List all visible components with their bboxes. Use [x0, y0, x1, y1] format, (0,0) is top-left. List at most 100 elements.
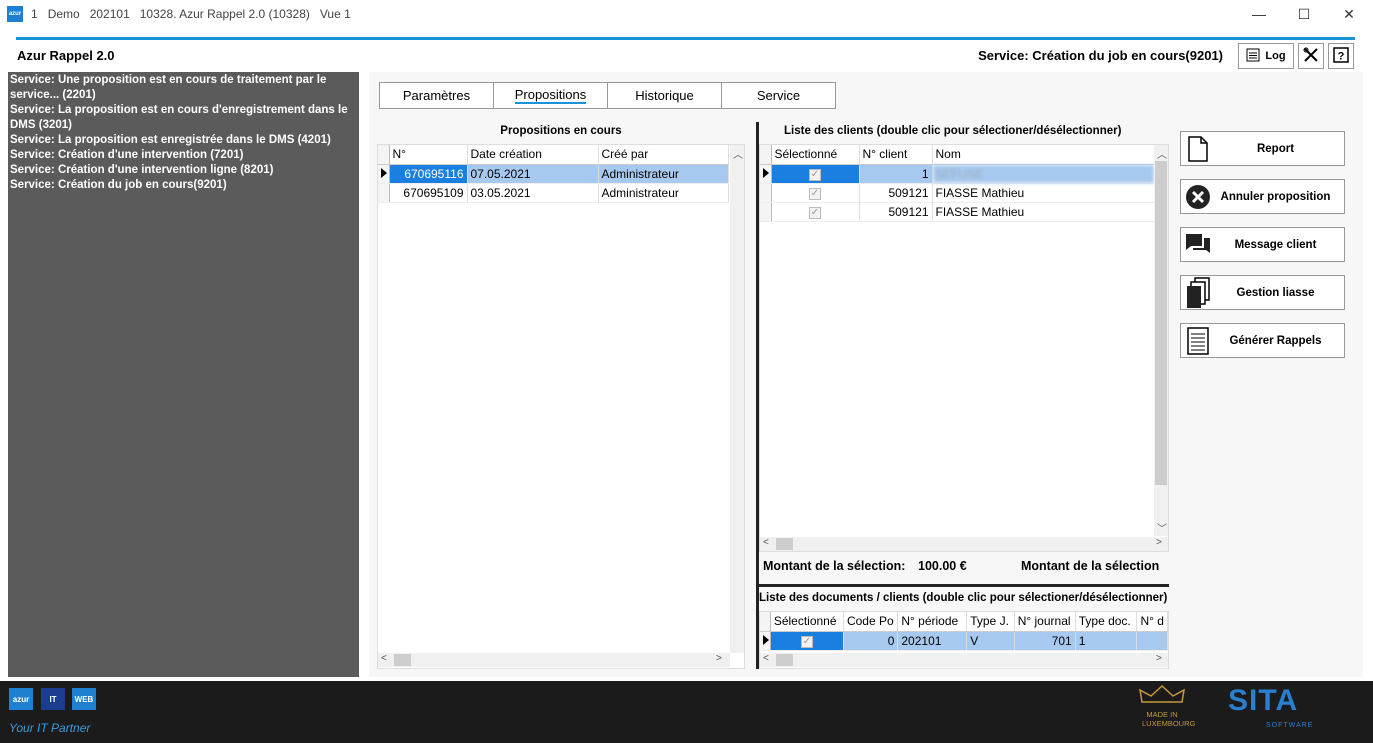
tab-label: Paramètres — [402, 88, 471, 103]
splitter-horizontal[interactable] — [759, 584, 1169, 587]
table-row[interactable]: ✓ 509121 FIASSE Mathieu — [760, 202, 1155, 222]
tab-label: Propositions — [514, 87, 587, 104]
scroll-right-icon[interactable]: > — [716, 653, 722, 664]
gestion-liasse-button[interactable]: Gestion liasse — [1180, 275, 1345, 310]
row-indicator-header — [378, 145, 390, 165]
made-in-luxembourg-logo: MADE IN LUXEMBOURG — [1127, 684, 1197, 740]
accent-line — [16, 37, 1355, 40]
table-row[interactable]: ✓ 0 202101 V 701 1 — [760, 631, 1168, 651]
service-status: Service: Création du job en cours(9201) — [978, 48, 1223, 63]
log-button[interactable]: Log — [1238, 43, 1294, 69]
tagline: Your IT Partner — [9, 721, 91, 735]
clients-title: Liste des clients (double clic pour séle… — [784, 125, 1122, 137]
cell-client-number[interactable]: 1 — [859, 164, 933, 184]
scroll-left-icon[interactable]: < — [763, 653, 769, 664]
title-part: 1 — [31, 7, 38, 21]
scroll-right-icon[interactable]: > — [1156, 537, 1162, 548]
cell-type-doc[interactable]: 1 — [1075, 631, 1138, 651]
check-icon: ✓ — [809, 169, 821, 181]
scroll-right-icon[interactable]: > — [1156, 653, 1162, 664]
selected-checkbox[interactable]: ✓ — [770, 631, 844, 651]
cell-client-name[interactable]: SEFUSE — [932, 164, 1155, 184]
scroll-thumb[interactable] — [776, 654, 793, 666]
documents-hscroll[interactable]: < > — [760, 653, 1168, 667]
scroll-up-icon[interactable]: ︿ — [733, 146, 743, 161]
maximize-button[interactable]: ☐ — [1281, 2, 1327, 26]
scroll-down-icon[interactable]: ﹀ — [1157, 520, 1167, 535]
column-header[interactable]: Code Po — [843, 612, 899, 632]
row-indicator — [760, 183, 772, 203]
table-row[interactable]: ✓ 509121 FIASSE Mathieu — [760, 183, 1155, 203]
column-header[interactable]: N° d — [1136, 612, 1168, 632]
table-row[interactable]: ✓ 1 SEFUSE — [760, 164, 1155, 184]
cell-periode[interactable]: 202101 — [897, 631, 968, 651]
column-header[interactable]: N° client — [859, 145, 933, 165]
log-line: Service: La proposition est en cours d'e… — [10, 104, 348, 131]
scroll-thumb[interactable] — [1155, 161, 1167, 485]
generer-rappels-button[interactable]: Générer Rappels — [1180, 323, 1345, 358]
row-indicator — [378, 183, 390, 203]
tab-service[interactable]: Service — [721, 82, 836, 109]
clients-grid: Sélectionné N° client Nom ✓ 1 SEFUSE ✓ 5… — [759, 144, 1169, 552]
selected-checkbox[interactable]: ✓ — [771, 164, 860, 184]
tab-propositions[interactable]: Propositions — [493, 82, 608, 109]
check-icon: ✓ — [809, 188, 821, 200]
column-header[interactable]: Type doc. — [1075, 612, 1138, 632]
message-client-button[interactable]: Message client — [1180, 227, 1345, 262]
tools-button[interactable] — [1298, 43, 1324, 69]
cell-client-number[interactable]: 509121 — [859, 202, 933, 222]
app-title: Azur Rappel 2.0 — [17, 48, 115, 63]
action-label: Générer Rappels — [1229, 334, 1322, 347]
cell-created-by[interactable]: Administrateur — [598, 183, 729, 203]
column-header[interactable]: Type J. — [966, 612, 1015, 632]
window-title: 1 Demo 202101 10328. Azur Rappel 2.0 (10… — [31, 7, 351, 21]
cell-date[interactable]: 07.05.2021 — [467, 164, 599, 184]
column-header[interactable]: N° journal — [1014, 612, 1076, 632]
log-line: Service: Création d'une intervention lig… — [10, 164, 274, 176]
scroll-left-icon[interactable]: < — [763, 537, 769, 548]
selected-checkbox[interactable]: ✓ — [771, 202, 860, 222]
cell-created-by[interactable]: Administrateur — [598, 164, 729, 184]
scroll-up-icon[interactable]: ︿ — [1157, 146, 1167, 161]
report-button[interactable]: Report — [1180, 131, 1345, 166]
scroll-thumb[interactable] — [776, 538, 793, 550]
cell-date[interactable]: 03.05.2021 — [467, 183, 599, 203]
cell-client-name[interactable]: FIASSE Mathieu — [932, 202, 1155, 222]
propositions-grid: N° Date création Créé par 670695116 07.0… — [377, 144, 745, 669]
action-label: Report — [1256, 142, 1295, 155]
propositions-vscroll[interactable]: ︿ — [730, 145, 744, 653]
column-header[interactable]: Sélectionné — [771, 145, 860, 165]
clients-hscroll[interactable]: < > — [760, 537, 1168, 551]
table-row[interactable]: 670695116 07.05.2021 Administrateur — [378, 164, 729, 184]
table-row[interactable]: 670695109 03.05.2021 Administrateur — [378, 183, 729, 203]
selected-checkbox[interactable]: ✓ — [771, 183, 860, 203]
cell-number[interactable]: 670695109 — [389, 183, 468, 203]
scroll-thumb[interactable] — [394, 654, 411, 666]
column-header[interactable]: Sélectionné — [770, 612, 844, 632]
column-header[interactable]: Nom — [932, 145, 1155, 165]
document-icon — [1181, 135, 1215, 162]
cell-nd[interactable] — [1136, 631, 1168, 651]
tab-parametres[interactable]: Paramètres — [379, 82, 494, 109]
cell-client-name[interactable]: FIASSE Mathieu — [932, 183, 1155, 203]
cell-code-po[interactable]: 0 — [843, 631, 899, 651]
column-header[interactable]: N° période — [897, 612, 968, 632]
log-line: Service: La proposition est enregistrée … — [10, 134, 331, 146]
close-button[interactable]: ✕ — [1326, 2, 1372, 26]
column-header[interactable]: N° — [389, 145, 468, 165]
column-header[interactable]: Créé par — [598, 145, 729, 165]
cell-number[interactable]: 670695116 — [389, 164, 468, 184]
current-row-indicator — [760, 164, 772, 184]
cell-type-j[interactable]: V — [966, 631, 1015, 651]
cell-journal[interactable]: 701 — [1014, 631, 1076, 651]
propositions-hscroll[interactable]: < > — [378, 653, 730, 667]
column-header[interactable]: Date création — [467, 145, 599, 165]
scroll-left-icon[interactable]: < — [381, 653, 387, 664]
help-button[interactable]: ? — [1328, 43, 1354, 69]
minimize-button[interactable]: — — [1236, 2, 1282, 26]
cell-client-number[interactable]: 509121 — [859, 183, 933, 203]
cancel-circle-icon — [1181, 184, 1215, 210]
tab-historique[interactable]: Historique — [607, 82, 722, 109]
cancel-proposition-button[interactable]: Annuler proposition — [1180, 179, 1345, 214]
clients-vscroll[interactable]: ︿ ﹀ — [1154, 145, 1168, 536]
